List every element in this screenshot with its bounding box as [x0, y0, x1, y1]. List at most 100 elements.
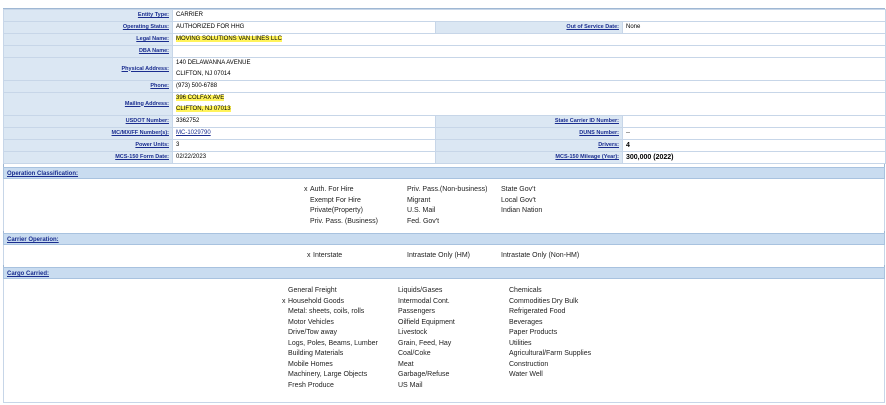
cargo-carried-header[interactable]: Cargo Carried:	[3, 267, 885, 279]
dba-name-label[interactable]: DBA Name:	[3, 45, 173, 58]
cargo-carried-item: x Household Goods	[282, 298, 344, 305]
entity-type-value: CARRIER	[171, 9, 886, 22]
drivers-value: 4	[621, 139, 886, 152]
mcs150-date-label[interactable]: MCS-150 Form Date:	[3, 151, 173, 164]
state-carrier-id-label[interactable]: State Carrier ID Number:	[435, 115, 623, 128]
cargo-carried-item: Commodities Dry Bulk	[503, 298, 578, 305]
cargo-carried-label: Oilfield Equipment	[398, 318, 455, 326]
mc-number-value[interactable]: MC-1029790	[172, 127, 436, 140]
power-units-label[interactable]: Power Units:	[3, 139, 173, 152]
operation-classification-item: Indian Nation	[495, 207, 542, 214]
cargo-carried-label: Fresh Produce	[288, 381, 334, 389]
cargo-carried-item: Logs, Poles, Beams, Lumber	[282, 340, 378, 347]
cargo-carried-label: Water Well	[509, 371, 543, 378]
row-entity-type: Entity Type: CARRIER	[3, 9, 886, 22]
cargo-carried-label: US Mail	[398, 381, 423, 389]
carrier-operation-label: Intrastate Only (HM)	[407, 252, 471, 259]
mailing-address-line1: 396 COLFAX AVE	[176, 95, 225, 101]
duns-number-value: --	[621, 127, 886, 140]
cargo-carried-item: Refrigerated Food	[503, 308, 565, 315]
usdot-label[interactable]: USDOT Number:	[3, 115, 173, 128]
operation-classification-label: Priv. Pass.(Non-business)	[407, 186, 488, 193]
cargo-carried-label: Refrigerated Food	[509, 308, 566, 315]
row-operating-status: Operating Status: AUTHORIZED FOR HHG Out…	[3, 21, 886, 34]
cargo-carried-item: Grain, Feed, Hay	[392, 340, 451, 347]
cargo-carried-label: Beverages	[509, 318, 543, 326]
mc-number-label[interactable]: MC/MX/FF Number(s):	[3, 127, 173, 140]
cargo-carried-item: Livestock	[392, 329, 427, 336]
operation-classification-label: State Gov't	[501, 186, 536, 193]
cargo-carried-label: Meat	[398, 360, 414, 368]
mcs150-mileage-label[interactable]: MCS-150 Mileage (Year):	[435, 151, 623, 164]
cargo-carried-body: General Freight x Household Goods Metal: sh…	[3, 279, 885, 403]
carrier-operation-header[interactable]: Carrier Operation:	[3, 233, 885, 245]
mcs150-mileage-value: 300,000 (2022)	[621, 151, 886, 164]
legal-name-highlight: MOVING SOLUTIONS VAN LINES LLC	[176, 36, 282, 42]
phone-value: (973) 500-6788	[171, 80, 886, 93]
power-units-value: 3	[172, 139, 436, 152]
carrier-operation-label: Intrastate Only (Non-HM)	[501, 252, 580, 259]
carrier-operation-body: x Interstate Intrastate Only (HM) Intrastat…	[3, 245, 885, 265]
operation-classification-item: x Auth. For Hire	[304, 186, 354, 193]
cargo-carried-label: Motor Vehicles	[288, 318, 334, 326]
operation-classification-body: x Auth. For Hire Exempt For Hire Private(Pr…	[3, 179, 885, 231]
row-power-units: Power Units: 3 Drivers: 4	[3, 139, 886, 152]
duns-number-label[interactable]: DUNS Number:	[435, 127, 623, 140]
cargo-carried-item: US Mail	[392, 382, 423, 389]
entity-type-label[interactable]: Entity Type:	[3, 9, 173, 22]
cargo-carried-label: Coal/Coke	[398, 350, 431, 357]
cargo-carried-item: Passengers	[392, 308, 435, 315]
cargo-carried-label: Paper Products	[509, 329, 558, 336]
cargo-carried-item: Construction	[503, 361, 548, 368]
cargo-carried-item: Fresh Produce	[282, 382, 334, 389]
operation-classification-header[interactable]: Operation Classification:	[3, 167, 885, 179]
operating-status-value: AUTHORIZED FOR HHG	[172, 21, 436, 34]
carrier-operation-title[interactable]: Carrier Operation:	[7, 237, 59, 243]
legal-name-value: MOVING SOLUTIONS VAN LINES LLC	[171, 33, 886, 46]
drivers-label[interactable]: Drivers:	[435, 139, 623, 152]
cargo-carried-item: Intermodal Cont.	[392, 298, 450, 305]
cargo-carried-item: Water Well	[503, 371, 543, 378]
operation-classification-label: U.S. Mail	[407, 207, 436, 214]
cargo-carried-label: Intermodal Cont.	[398, 297, 450, 305]
row-dba-name: DBA Name:	[3, 45, 886, 58]
mailing-address-label[interactable]: Mailing Address:	[3, 92, 173, 116]
phone-label[interactable]: Phone:	[3, 80, 173, 93]
mc-number-link[interactable]: MC-1029790	[176, 130, 211, 136]
physical-address-label[interactable]: Physical Address:	[3, 57, 173, 81]
cargo-carried-item: Agricultural/Farm Supplies	[503, 350, 591, 357]
cargo-carried-label: Household Goods	[288, 297, 345, 305]
legal-name-label[interactable]: Legal Name:	[3, 33, 173, 46]
operation-classification-item: Priv. Pass.(Non-business)	[401, 186, 487, 193]
cargo-carried-title[interactable]: Cargo Carried:	[7, 271, 49, 277]
cargo-carried-label: Utilities	[509, 339, 532, 347]
row-mcs150: MCS-150 Form Date: 02/22/2023 MCS-150 Mi…	[3, 151, 886, 164]
operation-classification-label: Exempt For Hire	[310, 196, 361, 204]
cargo-carried-item: Metal: sheets, coils, rolls	[282, 308, 364, 315]
operation-classification-label: Auth. For Hire	[310, 186, 354, 193]
cargo-carried-item: Paper Products	[503, 329, 557, 336]
mailing-address-value: 396 COLFAX AVE CLIFTON, NJ 07013	[171, 92, 886, 116]
usdot-value: 3362752	[172, 115, 436, 128]
out-of-service-label[interactable]: Out of Service Date:	[435, 21, 623, 34]
cargo-carried-label: Logs, Poles, Beams, Lumber	[288, 339, 378, 347]
cargo-carried-label: Grain, Feed, Hay	[398, 339, 452, 347]
cargo-carried-label: Agricultural/Farm Supplies	[509, 350, 592, 357]
operation-classification-item: U.S. Mail	[401, 207, 435, 214]
cargo-carried-label: Chemicals	[509, 287, 542, 294]
out-of-service-value: None	[621, 21, 886, 34]
operation-classification-label: Priv. Pass. (Business)	[310, 217, 378, 225]
operation-classification-item: Priv. Pass. (Business)	[304, 218, 378, 225]
operation-classification-item: Local Gov't	[495, 197, 536, 204]
cargo-carried-item: Utilities	[503, 340, 532, 347]
cargo-carried-label: Machinery, Large Objects	[288, 371, 368, 378]
cargo-carried-label: Metal: sheets, coils, rolls	[288, 308, 365, 315]
operation-classification-label: Local Gov't	[501, 196, 536, 204]
row-phone: Phone: (973) 500-6788	[3, 80, 886, 93]
cargo-carried-item: Oilfield Equipment	[392, 319, 455, 326]
operation-classification-title[interactable]: Operation Classification:	[7, 171, 78, 177]
carrier-operation-item: Intrastate Only (HM)	[401, 252, 470, 259]
cargo-carried-label: Passengers	[398, 308, 435, 315]
operating-status-label[interactable]: Operating Status:	[3, 21, 173, 34]
company-snapshot-table: Entity Type: CARRIER Operating Status: A…	[3, 9, 886, 164]
